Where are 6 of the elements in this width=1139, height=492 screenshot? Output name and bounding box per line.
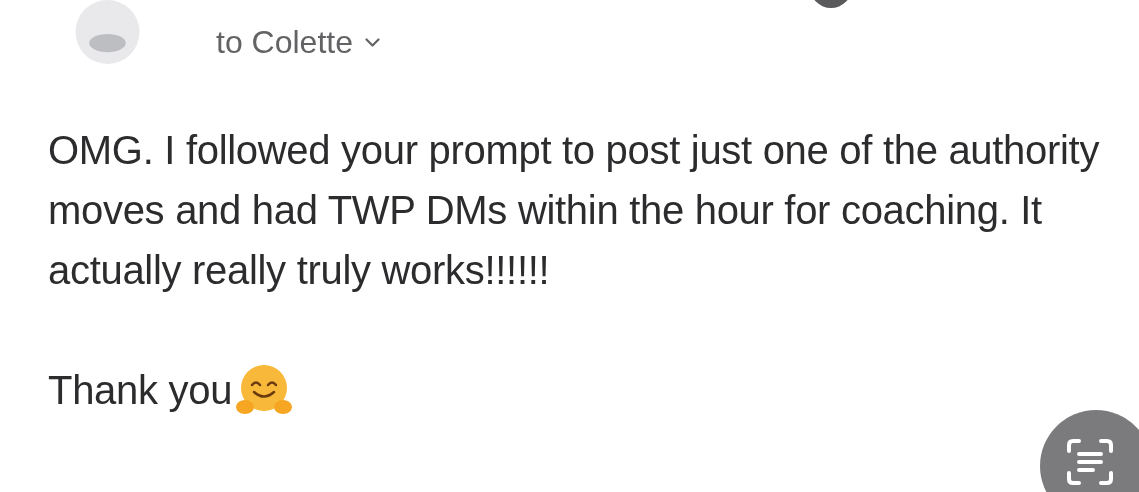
recipient-label[interactable]: to Colette <box>216 26 353 58</box>
message-text: Thank you <box>48 367 233 414</box>
message-text: OMG. I followed your prompt to post just one of the authority moves and had TWP DMs within the hour for coaching. It actually really truly works!!!!!! <box>48 127 1101 294</box>
scan-text-icon <box>1065 437 1115 487</box>
chevron-down-icon[interactable] <box>364 37 380 47</box>
hugging-emoji-icon <box>234 363 295 417</box>
